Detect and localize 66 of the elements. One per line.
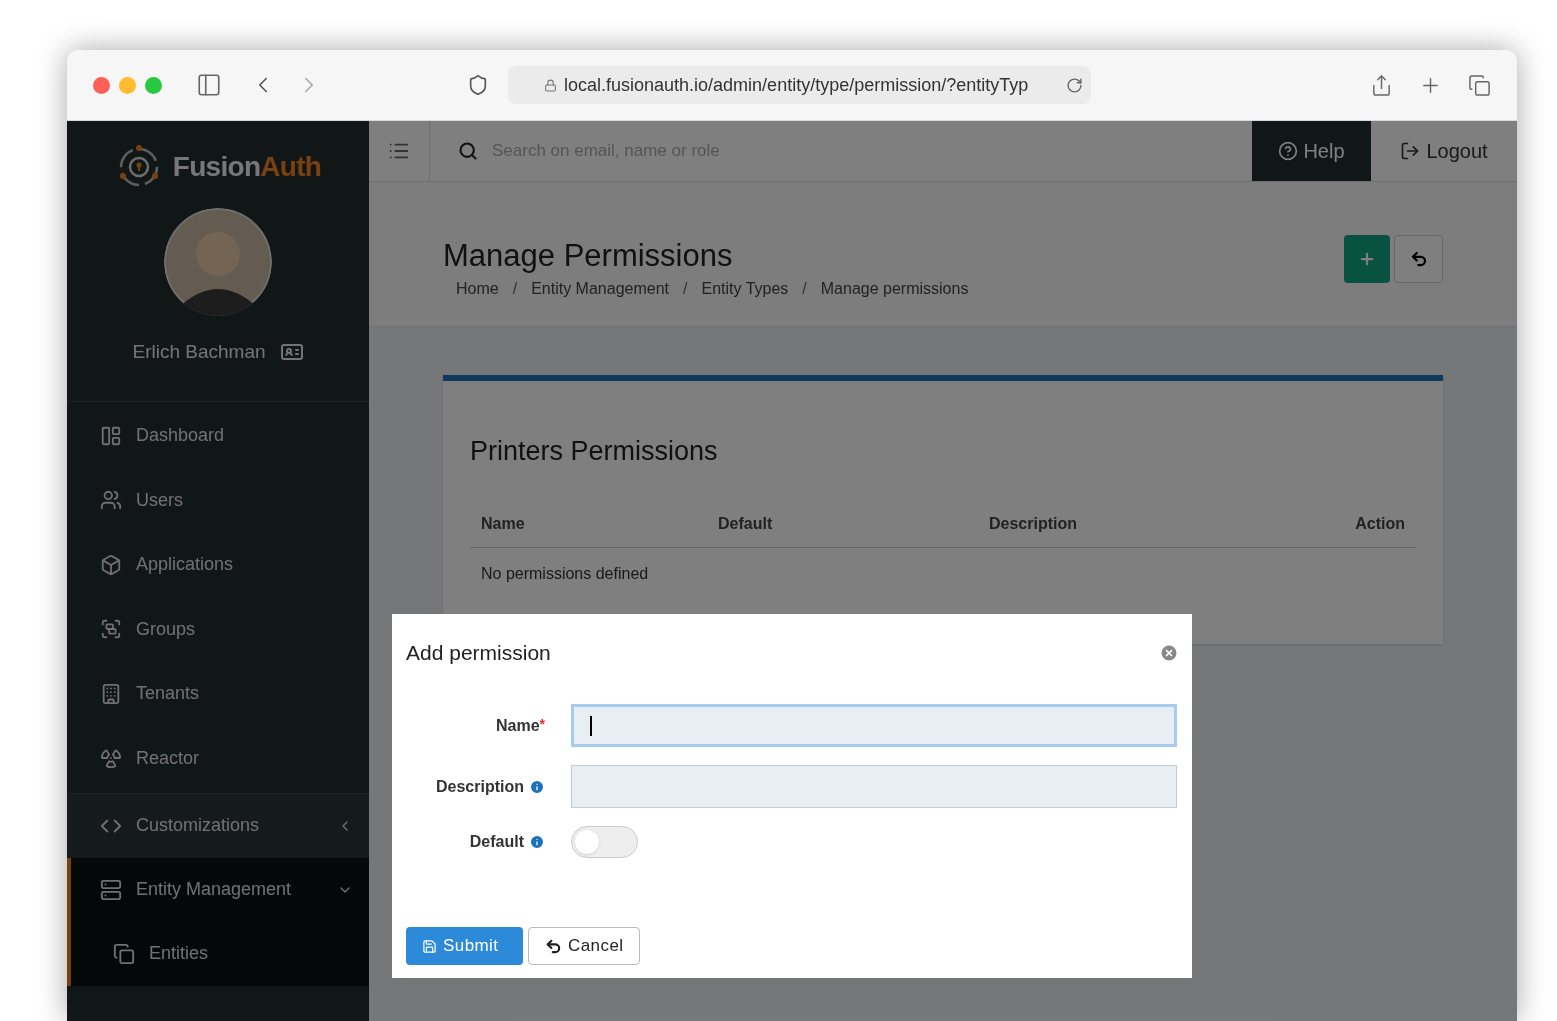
reload-icon[interactable] <box>1066 76 1083 94</box>
help-icon <box>1278 141 1299 161</box>
address-bar[interactable]: local.fusionauth.io/admin/entity/type/permission/?entityTyp <box>508 66 1091 104</box>
sidebar-item[interactable]: Tenants <box>67 661 369 726</box>
field-label: Description <box>436 776 524 797</box>
empty-message: No permissions defined <box>480 563 650 584</box>
sidebar-item[interactable]: Reactor <box>67 726 369 791</box>
column-header: Description <box>989 513 1078 534</box>
add-button[interactable] <box>1344 235 1390 283</box>
back-button[interactable] <box>1394 235 1443 283</box>
help-button[interactable]: Help <box>1252 121 1371 181</box>
column-header: Default <box>718 513 774 534</box>
plus-icon <box>1358 250 1376 268</box>
nav-icon <box>100 424 122 447</box>
brand-name: FusionAuth <box>172 150 322 184</box>
dialog-title: Add permission <box>406 640 551 667</box>
text-cursor <box>590 715 592 736</box>
cancel-button[interactable]: Cancel <box>528 927 641 965</box>
sidebar-item[interactable]: Dashboard <box>67 403 369 468</box>
undo-icon <box>1409 250 1428 268</box>
breadcrumb-separator: / <box>683 279 688 299</box>
sidebar-subitem[interactable]: Entities <box>71 921 369 986</box>
close-icon[interactable] <box>1159 643 1179 663</box>
breadcrumb-separator: / <box>512 279 518 299</box>
sidebar-item[interactable]: Applications <box>67 532 369 597</box>
toggle-switch[interactable] <box>571 826 638 858</box>
field-label: Default <box>469 832 524 852</box>
close-window-icon[interactable] <box>93 76 110 94</box>
shield-icon[interactable] <box>467 74 489 96</box>
page-title: Manage Permissions <box>443 237 734 275</box>
lock-icon <box>544 78 557 92</box>
user-name: Erlich Bachman <box>132 340 266 364</box>
text-field[interactable] <box>571 765 1177 808</box>
breadcrumb-link[interactable]: Home <box>456 277 499 301</box>
nav-icon <box>100 553 122 576</box>
card-title: Printers Permissions <box>470 435 719 468</box>
column-header: Name <box>481 513 526 534</box>
undo-icon <box>545 937 562 955</box>
submit-button[interactable]: Submit <box>406 927 523 965</box>
column-header: Action <box>1355 513 1405 534</box>
breadcrumb-separator: / <box>802 279 807 299</box>
share-icon[interactable] <box>1370 73 1393 97</box>
nav-icon <box>100 618 122 641</box>
info-icon[interactable] <box>529 778 545 795</box>
search-icon <box>458 141 478 161</box>
text-field[interactable] <box>571 704 1177 747</box>
breadcrumb-link[interactable]: Entity Management <box>531 277 669 301</box>
nav-icon <box>100 682 122 705</box>
breadcrumb-link[interactable]: Entity Types <box>701 277 789 301</box>
field-label: Name <box>495 715 540 736</box>
nav-icon <box>100 878 122 901</box>
nav-icon <box>100 747 122 770</box>
sidebar-section[interactable]: Entity Management <box>71 857 369 922</box>
sidebar-toggle-icon[interactable] <box>196 72 222 98</box>
url-text: local.fusionauth.io/admin/entity/type/permission/?entityTyp <box>564 73 1029 97</box>
logout-button[interactable]: Logout <box>1371 121 1517 181</box>
sidebar-item[interactable]: Groups <box>67 597 369 662</box>
tabs-overview-icon[interactable] <box>1468 73 1491 97</box>
sidebar-section[interactable]: Customizations <box>67 793 369 858</box>
logout-icon <box>1400 141 1421 161</box>
nav-icon <box>100 489 122 512</box>
required-mark: * <box>539 714 545 734</box>
save-icon <box>422 938 437 954</box>
nav-icon <box>113 942 135 965</box>
info-icon[interactable] <box>529 834 545 850</box>
sidebar-item[interactable]: Users <box>67 468 369 533</box>
